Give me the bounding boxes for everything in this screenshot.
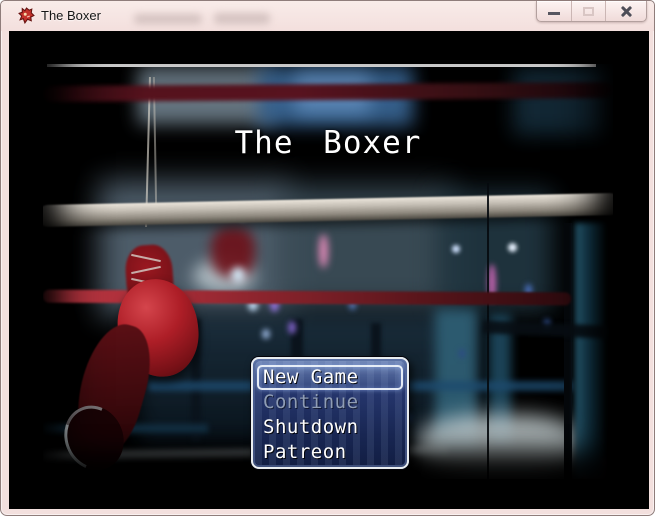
bokeh-light <box>319 234 328 268</box>
close-button[interactable] <box>605 1 646 21</box>
menu-item-new-game[interactable]: New Game <box>257 365 403 390</box>
minimize-icon <box>548 12 560 15</box>
menu-item-patreon[interactable]: Patreon <box>257 440 403 465</box>
close-icon <box>620 6 633 17</box>
title-divider-line <box>47 64 596 67</box>
app-icon <box>18 7 35 24</box>
game-scene: The Boxer New Game Continue Shutdown Pat… <box>43 31 613 479</box>
titlebar-ghost-artifact <box>134 14 202 24</box>
corner-post-lit <box>575 223 605 479</box>
bokeh-light <box>262 329 270 339</box>
floor-highlight <box>417 415 585 479</box>
corner-post <box>564 223 572 479</box>
minimize-button[interactable] <box>537 1 571 21</box>
titlebar[interactable]: The Boxer <box>1 1 654 31</box>
main-menu-window: New Game Continue Shutdown Patreon <box>251 357 409 469</box>
app-window: The Boxer <box>0 0 655 516</box>
maximize-button[interactable] <box>571 1 605 21</box>
game-client-area: The Boxer New Game Continue Shutdown Pat… <box>9 31 649 509</box>
maximize-icon <box>583 7 594 16</box>
window-controls <box>536 1 647 22</box>
menu-item-continue[interactable]: Continue <box>257 390 403 415</box>
top-letterbox <box>43 31 613 64</box>
bokeh-light <box>288 321 296 334</box>
bokeh-light <box>508 243 517 252</box>
bokeh-light <box>231 267 245 283</box>
bokeh-light <box>459 349 465 358</box>
game-title: The Boxer <box>43 125 613 161</box>
titlebar-ghost-artifact <box>214 13 270 24</box>
menu-item-shutdown[interactable]: Shutdown <box>257 415 403 440</box>
window-title: The Boxer <box>41 8 101 23</box>
bokeh-light <box>452 245 460 253</box>
